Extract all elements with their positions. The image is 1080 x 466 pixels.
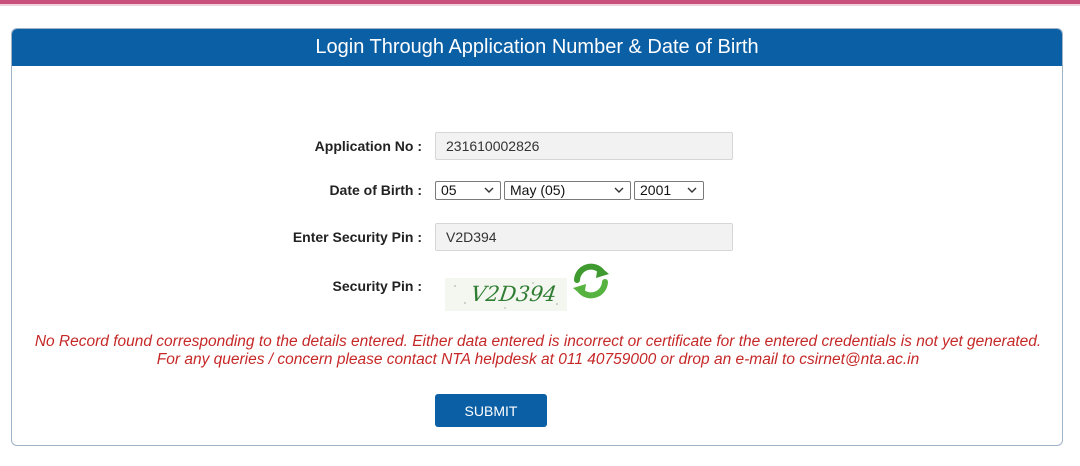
captcha-image: V2D394 <box>445 278 567 311</box>
application-no-input[interactable]: 231610002826 <box>435 132 733 160</box>
top-accent-shadow <box>0 4 1080 6</box>
chevron-down-icon <box>614 187 624 193</box>
application-no-label: Application No : <box>314 138 422 154</box>
security-pin-input-label: Enter Security Pin : <box>292 229 422 245</box>
login-panel: Login Through Application Number & Date … <box>11 28 1063 446</box>
dob-month-select[interactable]: May (05) <box>504 181 631 200</box>
dob-month-value: May (05) <box>510 182 566 198</box>
dob-year-select[interactable]: 2001 <box>634 181 704 200</box>
dob-day-select[interactable]: 05 <box>435 181 501 200</box>
dob-day-value: 05 <box>441 182 457 198</box>
refresh-icon[interactable] <box>571 262 611 300</box>
security-pin-captcha-label: Security Pin : <box>332 278 422 294</box>
chevron-down-icon <box>687 187 697 193</box>
error-message: No Record found corresponding to the det… <box>34 333 1042 368</box>
captcha-text: V2D394 <box>469 282 559 306</box>
security-pin-input[interactable]: V2D394 <box>435 223 733 251</box>
dob-year-value: 2001 <box>640 182 672 198</box>
dob-label: Date of Birth : <box>329 182 422 198</box>
submit-button[interactable]: SUBMIT <box>435 394 547 427</box>
panel-title: Login Through Application Number & Date … <box>12 29 1062 66</box>
chevron-down-icon <box>484 187 494 193</box>
